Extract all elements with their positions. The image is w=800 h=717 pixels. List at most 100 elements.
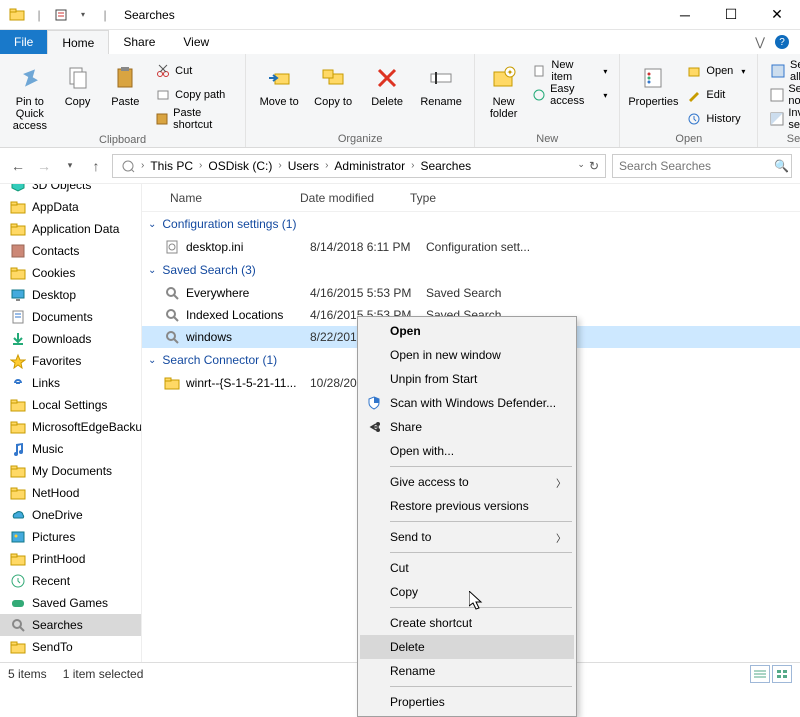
menu-item[interactable]: Rename [360,659,574,683]
col-name[interactable]: Name [170,191,300,205]
qat-dropdown[interactable]: ▾ [74,6,92,24]
cloud-icon [10,507,26,523]
cut-button[interactable]: Cut [151,60,237,82]
tab-file[interactable]: File [0,30,47,54]
properties-qat-icon[interactable] [52,6,70,24]
paste-button[interactable]: Paste [103,58,147,108]
history-button[interactable]: History [682,108,749,130]
copy-to-button[interactable]: Copy to [308,58,358,108]
col-date[interactable]: Date modified [300,191,410,205]
tree-label: OneDrive [32,508,83,522]
tree-item[interactable]: 3D Objects [0,184,141,196]
minimize-button[interactable]: ─ [662,0,708,30]
tree-item[interactable]: SendTo [0,636,141,658]
tree-item[interactable]: Desktop [0,284,141,306]
menu-item[interactable]: Unpin from Start [360,367,574,391]
tree-item[interactable]: Recent [0,570,141,592]
search-input[interactable] [619,159,774,173]
column-headers[interactable]: Name Date modified Type [142,184,800,212]
menu-item[interactable]: Cut [360,556,574,580]
file-row[interactable]: desktop.ini8/14/2018 6:11 PMConfiguratio… [142,236,800,258]
group-header[interactable]: ⌄Saved Search (3) [142,258,800,282]
pin-quick-access-button[interactable]: Pin to Quick access [8,58,52,132]
maximize-button[interactable]: ☐ [708,0,754,30]
menu-item[interactable]: Properties [360,690,574,714]
view-details-icon[interactable] [750,665,770,683]
tree-item[interactable]: Pictures [0,526,141,548]
menu-label: Create shortcut [390,616,472,630]
refresh-icon[interactable]: ↻ [589,159,599,173]
tree-item[interactable]: OneDrive [0,504,141,526]
tab-home[interactable]: Home [47,30,109,54]
forward-button[interactable]: → [34,156,54,176]
menu-item[interactable]: Delete [360,635,574,659]
back-button[interactable]: ← [8,156,28,176]
tab-view[interactable]: View [169,30,223,54]
col-type[interactable]: Type [410,191,550,205]
help-icon[interactable]: ? [770,30,794,54]
search-box[interactable]: 🔍 [612,154,792,178]
menu-item[interactable]: Create shortcut [360,611,574,635]
crumb-2[interactable]: Users [284,159,323,173]
new-item-button[interactable]: New item▾ [528,60,611,82]
view-large-icon[interactable] [772,665,792,683]
delete-button[interactable]: Delete [362,58,412,108]
copy-path-button[interactable]: Copy path [151,84,237,106]
nav-tree[interactable]: 3D ObjectsAppDataApplication DataContact… [0,184,142,662]
address-dropdown-icon[interactable]: ⌄ [577,159,585,173]
crumb-3[interactable]: Administrator [330,159,409,173]
crumb-1[interactable]: OSDisk (C:) [204,159,276,173]
tree-item[interactable]: Favorites [0,350,141,372]
file-type: Saved Search [426,286,501,300]
crumb-4[interactable]: Searches [416,159,475,173]
tree-item[interactable]: NetHood [0,482,141,504]
tree-item[interactable]: Application Data [0,218,141,240]
menu-item[interactable]: Share [360,415,574,439]
file-row[interactable]: Everywhere4/16/2015 5:53 PMSaved Search [142,282,800,304]
group-header[interactable]: ⌄Configuration settings (1) [142,212,800,236]
up-button[interactable]: ↑ [86,156,106,176]
select-all-button[interactable]: Select all [766,60,800,82]
ribbon-expand-icon[interactable]: ⋁ [750,30,770,54]
tree-item[interactable]: Cookies [0,262,141,284]
menu-item[interactable]: Restore previous versions [360,494,574,518]
tab-share[interactable]: Share [109,30,169,54]
menu-item[interactable]: Open [360,319,574,343]
tree-item[interactable]: Links [0,372,141,394]
close-button[interactable]: ✕ [754,0,800,30]
menu-item[interactable]: Open with... [360,439,574,463]
tree-item[interactable]: Music [0,438,141,460]
tree-item[interactable]: AppData [0,196,141,218]
breadcrumb[interactable]: › This PC› OSDisk (C:)› Users› Administr… [112,154,606,178]
move-to-button[interactable]: Move to [254,58,304,108]
tree-item[interactable]: Documents [0,306,141,328]
recent-dropdown[interactable]: ▾ [60,156,80,176]
star-icon [10,353,26,369]
paste-shortcut-button[interactable]: Paste shortcut [151,108,237,130]
copy-button[interactable]: Copy [56,58,100,108]
tree-label: Searches [32,618,83,632]
rename-button[interactable]: Rename [416,58,466,108]
properties-button[interactable]: Properties [628,58,678,108]
edit-button[interactable]: Edit [682,84,749,106]
menu-item[interactable]: Give access to〉 [360,470,574,494]
tree-item[interactable]: Saved Games [0,592,141,614]
menu-item[interactable]: Scan with Windows Defender... [360,391,574,415]
tree-item[interactable]: MicrosoftEdgeBackups [0,416,141,438]
tree-item[interactable]: My Documents [0,460,141,482]
tree-item[interactable]: Downloads [0,328,141,350]
tree-item[interactable]: Local Settings [0,394,141,416]
crumb-0[interactable]: This PC [146,159,197,173]
new-folder-button[interactable]: ✦ New folder [483,58,524,120]
tree-item[interactable]: PrintHood [0,548,141,570]
select-none-button[interactable]: Select none [766,84,800,106]
menu-item[interactable]: Open in new window [360,343,574,367]
easy-access-button[interactable]: Easy access▾ [528,84,611,106]
svg-text:✦: ✦ [506,68,513,77]
open-button[interactable]: Open▾ [682,60,749,82]
tree-item[interactable]: Contacts [0,240,141,262]
menu-item[interactable]: Copy [360,580,574,604]
tree-item[interactable]: Searches [0,614,141,636]
menu-item[interactable]: Send to〉 [360,525,574,549]
invert-selection-button[interactable]: Invert selection [766,108,800,130]
